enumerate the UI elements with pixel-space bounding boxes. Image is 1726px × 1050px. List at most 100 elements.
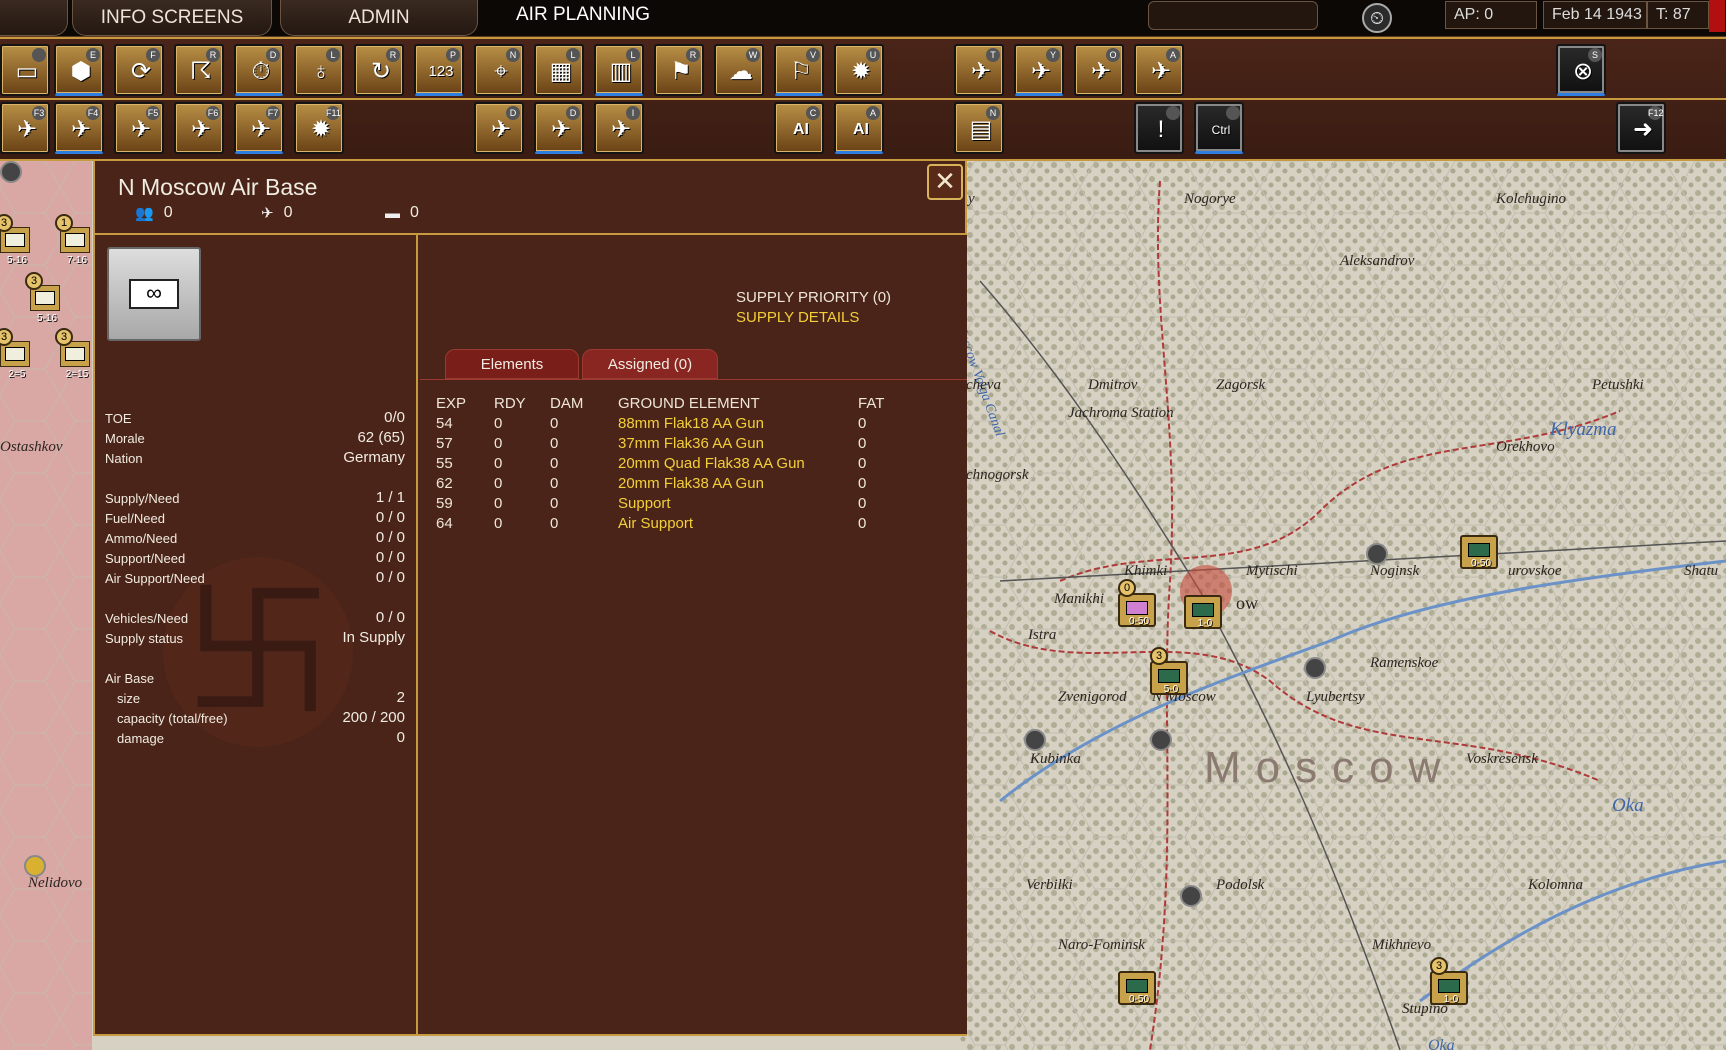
tab-elements[interactable]: Elements	[445, 349, 579, 379]
toolbar-button[interactable]: ▭	[0, 44, 50, 96]
toolbar-button[interactable]: ⏱ D	[234, 44, 284, 96]
tab-current[interactable]: O	[0, 0, 68, 36]
toolbar-button[interactable]: AI A	[834, 102, 884, 154]
table-header: FAT	[858, 395, 885, 412]
hotkey-badge: U	[866, 48, 880, 62]
toolbar-button[interactable]: ✈ F4	[54, 102, 104, 154]
toolbar-button[interactable]: ✹ U	[834, 44, 884, 96]
map-label-ostashkov: Ostashkov	[0, 439, 63, 455]
toolbar-button[interactable]: ✈ Y	[1014, 44, 1064, 96]
toolbar-button[interactable]: AI C	[774, 102, 824, 154]
toolbar-button[interactable]: Ctrl	[1194, 102, 1244, 154]
toolbar-button[interactable]: ✈ T	[954, 44, 1004, 96]
map-label-klyazma: Klyazma	[1550, 419, 1617, 440]
airfield-icon[interactable]	[24, 855, 46, 877]
map-unit[interactable]: 0-50	[1460, 535, 1498, 569]
stat-label: size	[117, 691, 141, 706]
table-header: DAM	[550, 395, 584, 412]
airfield-icon[interactable]	[1366, 543, 1388, 565]
map-unit[interactable]: 1-0	[1184, 595, 1222, 629]
toolbar-button[interactable]: ♁ L	[294, 44, 344, 96]
unit-symbol	[1192, 603, 1214, 617]
supply-details-link[interactable]: SUPPLY DETAILS	[736, 309, 859, 326]
airfield-icon[interactable]	[1024, 729, 1046, 751]
toolbar-button[interactable]: ✈ D	[534, 102, 584, 154]
table-cell: 0	[494, 415, 503, 432]
toolbar-button[interactable]: ⊗ S	[1556, 44, 1606, 96]
stat-row-size: size 2	[105, 689, 405, 709]
map-unit-left[interactable]: 3 5-16	[25, 272, 60, 324]
airfield-icon[interactable]	[1180, 885, 1202, 907]
hotkey-badge: D	[566, 106, 580, 120]
toolbar-button[interactable]: ✈ F5	[114, 102, 164, 154]
search-input[interactable]	[1148, 1, 1318, 30]
airfield-icon[interactable]	[1304, 657, 1326, 679]
table-cell: 20mm Flak38 AA Gun	[618, 475, 764, 492]
table-cell: 62	[436, 475, 453, 492]
hotkey-badge: O	[1106, 48, 1120, 62]
toolbar-button[interactable]: ▦ L	[534, 44, 584, 96]
close-button[interactable]: ✕	[927, 164, 963, 200]
toolbar-button[interactable]: ✈ F3	[0, 102, 50, 154]
table-cell: 0	[858, 415, 867, 432]
map-unit[interactable]: 3 1-0	[1430, 957, 1468, 1005]
map-label-noginsk: Noginsk	[1370, 563, 1420, 579]
tab-assigned[interactable]: Assigned (0)	[582, 349, 718, 379]
toolbar-button[interactable]: ➜ F12	[1616, 102, 1666, 154]
map-label-khimki: Khimki	[1124, 563, 1168, 579]
hotkey-badge: A	[1166, 48, 1180, 62]
toolbar-button[interactable]: ✈ A	[1134, 44, 1184, 96]
tab-info-screens[interactable]: INFO SCREENS	[72, 0, 272, 36]
map-unit[interactable]: 0-50	[1118, 971, 1156, 1005]
hotkey-badge: T	[986, 48, 1000, 62]
toolbar-button[interactable]: ☈ R	[174, 44, 224, 96]
toolbar-button[interactable]: ⟳ F	[114, 44, 164, 96]
map-label-oka: Oka	[1612, 795, 1644, 816]
map-unit-left[interactable]: 3 5-16	[0, 214, 30, 266]
toolbar-button[interactable]: ▤ N	[954, 102, 1004, 154]
map-label-jachroma: Jachroma Station	[1068, 405, 1174, 421]
stat-row-supply-status: Supply status In Supply	[105, 629, 405, 649]
toolbar-button[interactable]: ✹ F11	[294, 102, 344, 154]
toolbar-button[interactable]: 123 P	[414, 44, 464, 96]
unit-strength: 7-16	[66, 255, 87, 266]
toolbar-button[interactable]: ↻ R	[354, 44, 404, 96]
toolbar-button[interactable]: ▥ L	[594, 44, 644, 96]
toolbar-button[interactable]: ✈ D	[474, 102, 524, 154]
map-unit-left[interactable]: 1 7-16	[55, 214, 90, 266]
hotkey-badge: S	[1588, 48, 1602, 62]
supply-priority-link[interactable]: SUPPLY PRIORITY (0)	[736, 289, 891, 306]
toolbar-button[interactable]: ✈ F6	[174, 102, 224, 154]
toolbar-button[interactable]: ☁ W	[714, 44, 764, 96]
toolbar-button[interactable]: ⌖ N	[474, 44, 524, 96]
map-unit-left[interactable]: 3 2=15	[55, 328, 90, 380]
toolbar-button[interactable]: ⚑ R	[654, 44, 704, 96]
toolbar-button[interactable]: !	[1134, 102, 1184, 154]
table-cell: 0	[858, 455, 867, 472]
toolbar-button[interactable]: ✈ F7	[234, 102, 284, 154]
map-unit[interactable]: 3 5-0	[1150, 647, 1188, 695]
map-unit-left[interactable]: 3 2=5	[0, 328, 30, 380]
table-cell: 0	[550, 415, 559, 432]
stat-value: 0 / 0	[375, 609, 405, 626]
vehicles-count-value: 0	[410, 204, 419, 221]
airfield-icon[interactable]	[1150, 729, 1172, 751]
toolbar-button[interactable]: ⚐ V	[774, 44, 824, 96]
toolbar-button[interactable]: ⬢ E	[54, 44, 104, 96]
table-cell: 0	[494, 475, 503, 492]
stat-row-toe: TOE 0/0	[105, 409, 405, 429]
hotkey-badge: C	[806, 106, 820, 120]
map-label-shatura: Shatu	[1684, 563, 1719, 579]
toolbar-button[interactable]: ✈ O	[1074, 44, 1124, 96]
clock-icon[interactable]: ⏲	[1362, 3, 1392, 33]
toolbar-button[interactable]: ✈ I	[594, 102, 644, 154]
table-header: EXP	[436, 395, 467, 412]
unit-type-icon[interactable]: ∞	[107, 247, 201, 341]
stat-label: Supply/Need	[105, 491, 180, 506]
tab-admin[interactable]: ADMIN	[280, 0, 478, 36]
airfield-icon[interactable]	[0, 161, 22, 183]
table-cell: 0	[550, 475, 559, 492]
hotkey-badge: D	[506, 106, 520, 120]
map-unit[interactable]: 0 0-50	[1118, 579, 1156, 627]
hotkey-badge: W	[746, 48, 760, 62]
